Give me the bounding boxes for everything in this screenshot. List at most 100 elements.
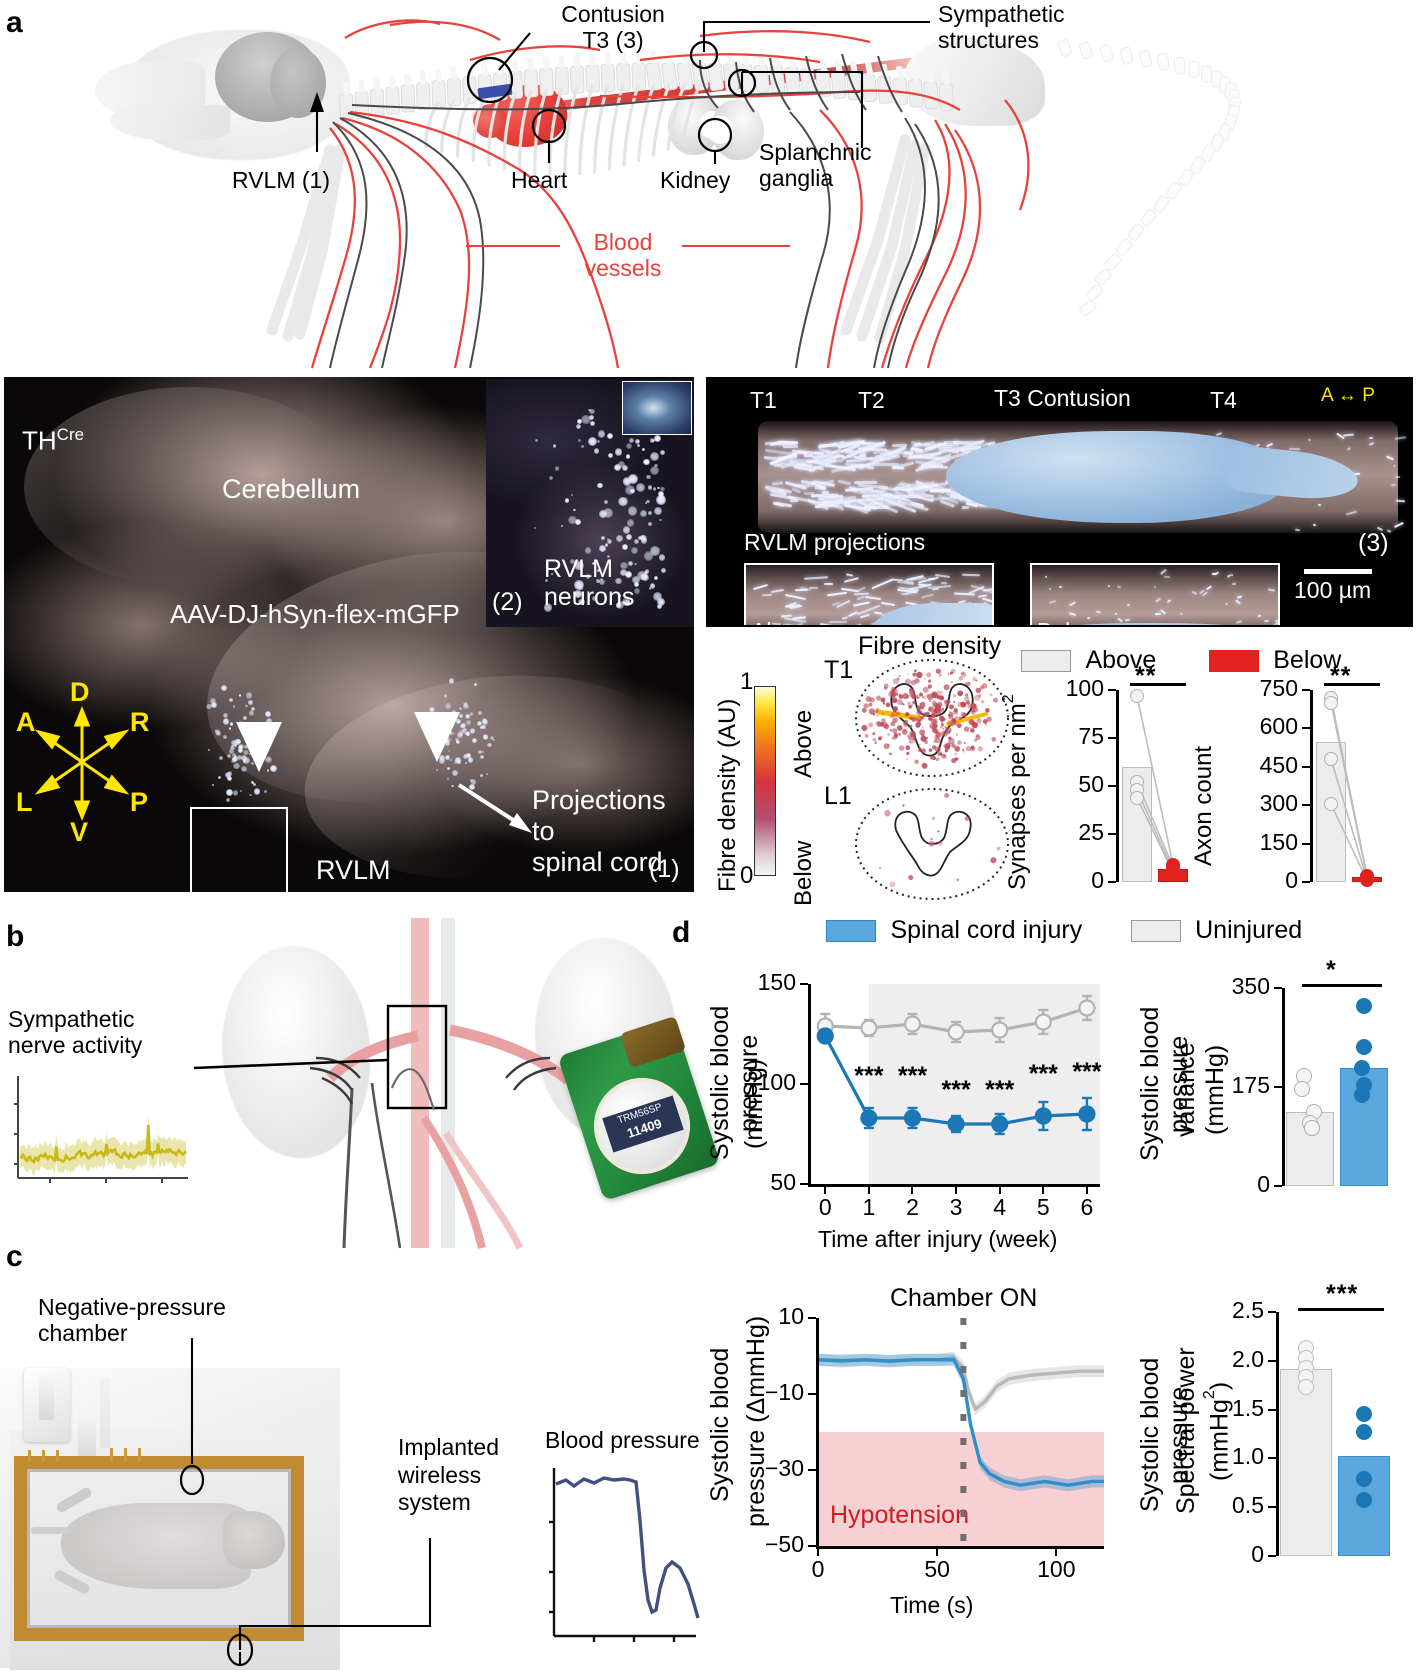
y-tick-label: 450 [1234, 752, 1298, 779]
fibre-dot [920, 693, 924, 697]
fibre-dot [938, 841, 943, 846]
chamber-series-svg [818, 1318, 1104, 1546]
variance-significance: * [1326, 956, 1337, 985]
implant-text-2: wireless [398, 1462, 481, 1488]
y-tick [1268, 1555, 1276, 1557]
fibre-streak [932, 588, 939, 591]
sna-sub-text: nerve activity [8, 1032, 142, 1058]
fibre-dot [942, 728, 944, 730]
spinous-process [942, 71, 950, 85]
chart-sbp-variance: Systolic blood pressure variance (mmHg) … [1130, 968, 1410, 1258]
fibre-dot [872, 713, 875, 716]
sympathetic-sub-text: structures [938, 27, 1039, 53]
fibre-dot [898, 733, 901, 736]
fibre-dot [906, 758, 908, 760]
fibre-dot [972, 730, 975, 733]
inset-below: Below [1030, 563, 1280, 627]
vertebra [785, 67, 801, 95]
fibre-dot [892, 706, 898, 712]
fibre-dot [887, 733, 890, 736]
spinous-process [927, 69, 935, 83]
y-tick-label: 0 [1196, 1171, 1270, 1198]
fibre-streak [853, 601, 870, 607]
fibre-streak [1235, 620, 1241, 624]
fibre-dot [897, 725, 903, 731]
fibre-dot [932, 714, 936, 718]
data-marker [1036, 1109, 1051, 1124]
fibre-streak [1395, 436, 1407, 440]
sna-trace-plot [6, 1070, 192, 1190]
x-tick [1086, 1186, 1088, 1194]
y-tick [800, 1183, 808, 1185]
fibre-dot [906, 713, 908, 715]
fibre-dot [929, 712, 931, 714]
chamber-y-axis [816, 1318, 819, 1548]
fibre-dot [961, 702, 967, 708]
fibre-dot [876, 695, 881, 700]
fibre-streak [1108, 584, 1111, 587]
compass-l: L [16, 787, 33, 818]
single-neuron-zoom-inset [622, 381, 692, 435]
fibre-dot [911, 704, 913, 706]
label-blood-vessels: Blood vessels [568, 230, 678, 282]
tail-segment [1189, 61, 1200, 78]
fibre-streak [820, 625, 842, 627]
y-tick-label: 0 [1234, 867, 1298, 894]
data-marker [992, 1023, 1007, 1038]
inset2-neurons-text: neurons [544, 583, 634, 611]
fibre-streak [1258, 614, 1261, 617]
fibre-dot [959, 716, 963, 720]
fibre-dot [916, 709, 922, 715]
rib [653, 85, 669, 155]
fibre-streak [827, 592, 847, 597]
fibre-dot [916, 697, 918, 699]
y-tick [1302, 843, 1310, 845]
fibre-dot [863, 703, 868, 708]
vertebra [939, 83, 954, 111]
y-tick-label: 0.5 [1188, 1492, 1264, 1519]
sbp-x-axis [808, 1184, 1100, 1187]
fibre-streak [858, 587, 866, 593]
x-tick [1055, 1548, 1057, 1556]
above-lesion-edge [872, 603, 994, 627]
vertebra [831, 71, 847, 99]
fibre-dot [929, 841, 935, 847]
y-tick-label: 300 [1234, 790, 1298, 817]
rvlm-neuron-puncta [641, 574, 648, 581]
y-tick-label: 75 [1044, 723, 1104, 750]
splanchnic-sub-text: ganglia [759, 165, 833, 191]
rvlm-neuron-puncta [576, 424, 581, 429]
panel-c-chamber: c Negative-pressure chamber Implanted wi… [0, 1216, 700, 1672]
y-tick-label: −30 [730, 1455, 804, 1482]
fibre-dot [976, 688, 982, 694]
axon-y-axis-title: Axon count [1190, 706, 1218, 866]
fibre-streak [1069, 612, 1076, 616]
fibre-streak [881, 602, 896, 606]
fibre-dot [950, 722, 955, 727]
spinous-process [481, 62, 489, 76]
fibre-streak [1127, 604, 1131, 607]
fibre-streak [1115, 613, 1118, 616]
y-tick [1274, 1185, 1282, 1187]
fibre-dot [905, 745, 910, 750]
spinous-process [542, 56, 550, 70]
rvlm-neuron-puncta [588, 437, 597, 446]
x-tick-label: 5 [1027, 1194, 1059, 1221]
label-contusion: Contusion T3 (3) [533, 2, 693, 54]
fibre-dot [954, 708, 958, 712]
y-tick [1302, 727, 1310, 729]
sbp-plot-area: *** *** *** *** *** *** [810, 984, 1100, 1184]
chamber-on-title: Chamber ON [890, 1284, 1037, 1313]
fibre-dot [932, 728, 938, 734]
x-tick-label: 3 [940, 1194, 972, 1221]
data-point-sci [1356, 1471, 1372, 1487]
fibre-dot [964, 742, 966, 744]
y-tick-label: 350 [1196, 973, 1270, 1000]
significance-star: *** [1029, 1060, 1058, 1088]
fibre-dot [921, 748, 926, 753]
fibre-dot [964, 727, 969, 732]
y-tick [808, 1469, 816, 1471]
fibre-dot [919, 702, 925, 708]
fibre-dot [882, 712, 885, 715]
fibre-dot [948, 673, 950, 675]
